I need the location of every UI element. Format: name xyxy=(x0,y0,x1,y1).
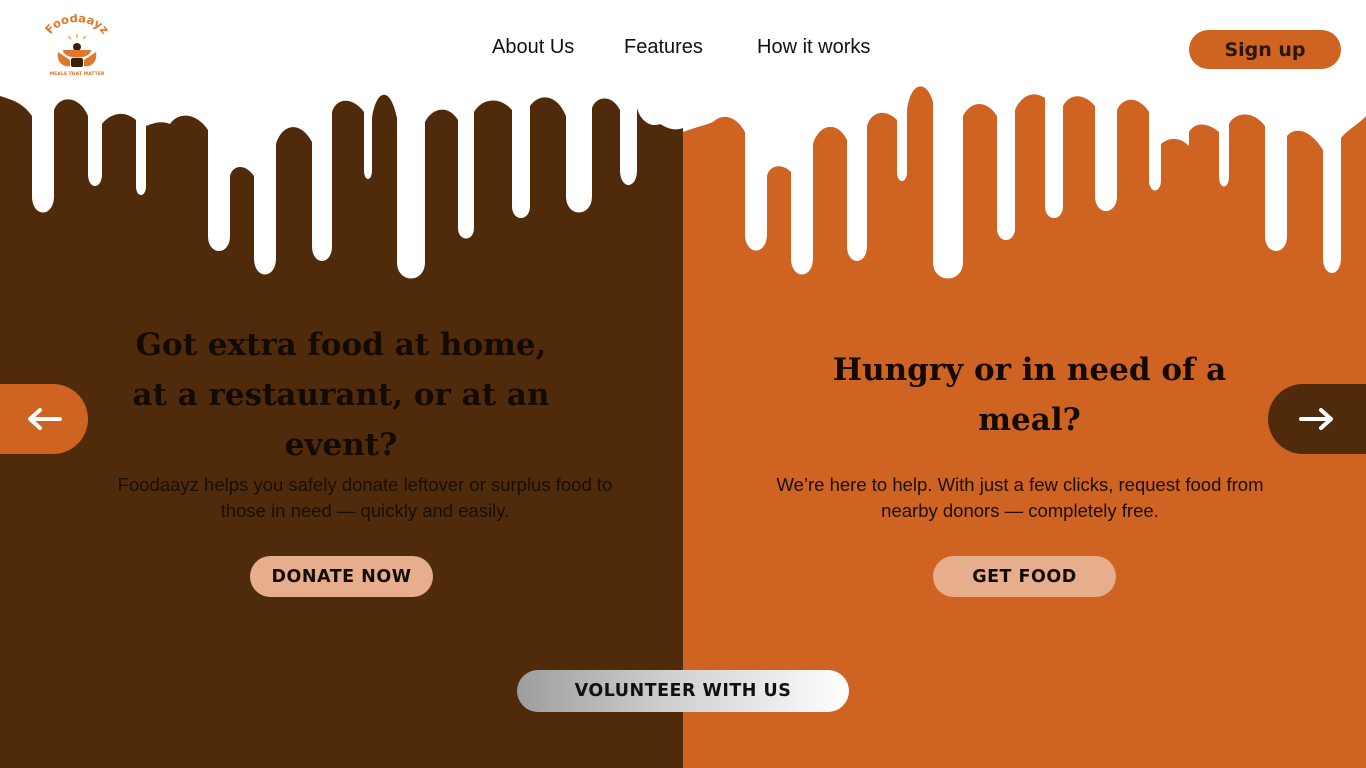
donate-now-button[interactable]: DONATE NOW xyxy=(250,556,433,597)
nav-features[interactable]: Features xyxy=(624,36,703,59)
nav-how-it-works[interactable]: How it works xyxy=(757,36,870,59)
svg-text:Foodaayz: Foodaayz xyxy=(42,14,112,37)
donor-panel: Got extra food at home, at a restaurant,… xyxy=(0,0,683,768)
get-food-button[interactable]: GET FOOD xyxy=(933,556,1116,597)
nav-about-us[interactable]: About Us xyxy=(492,36,574,59)
foodaayz-logo[interactable]: Foodaayz MEALS THAT MATTER xyxy=(40,11,114,78)
donor-headline: Got extra food at home, at a restaurant,… xyxy=(132,327,550,463)
arrow-right-icon xyxy=(1299,408,1333,430)
volunteer-button[interactable]: VOLUNTEER WITH US xyxy=(517,670,849,712)
site-header: Foodaayz MEALS THAT MATTER About Us Feat… xyxy=(0,0,1366,96)
recipient-panel: Hungry or in need of a meal? We’re here … xyxy=(683,0,1366,768)
donor-description: Foodaayz helps you safely donate leftove… xyxy=(117,474,613,521)
recipient-headline: Hungry or in need of a meal? xyxy=(832,352,1227,438)
logo-icon: Foodaayz MEALS THAT MATTER xyxy=(42,11,112,77)
arrow-left-icon xyxy=(28,408,62,430)
svg-text:MEALS THAT MATTER: MEALS THAT MATTER xyxy=(50,71,105,77)
sign-up-button[interactable]: Sign up xyxy=(1189,30,1341,69)
carousel-next-button[interactable] xyxy=(1268,384,1366,454)
recipient-description: We’re here to help. With just a few clic… xyxy=(776,474,1264,521)
carousel-prev-button[interactable] xyxy=(0,384,88,454)
